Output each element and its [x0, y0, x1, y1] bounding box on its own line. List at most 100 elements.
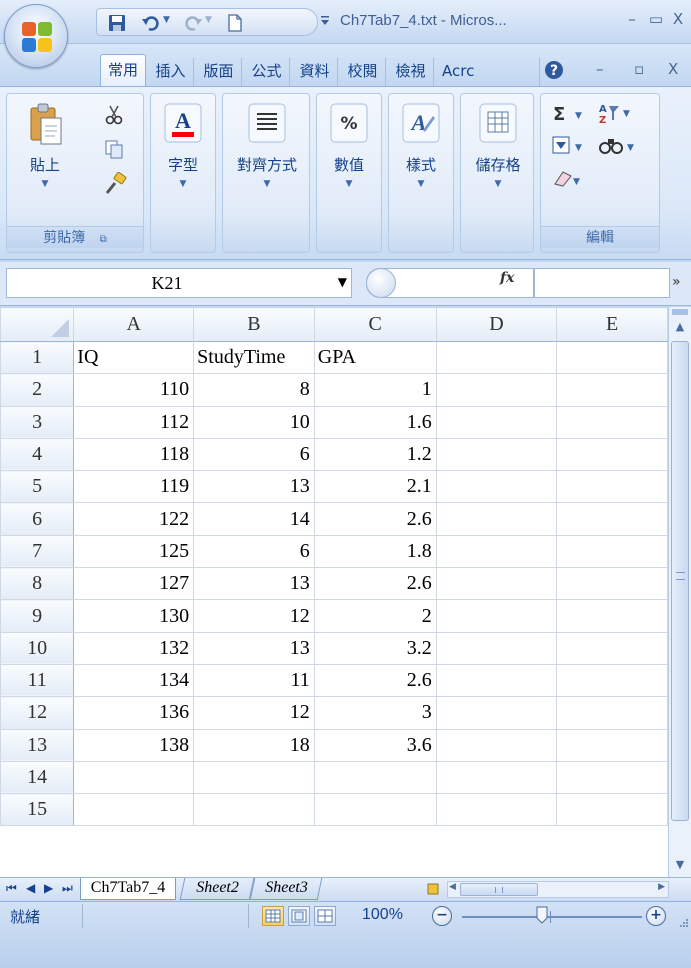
sheet-tab-sheet3[interactable]: Sheet3 [249, 878, 323, 900]
cell-d15[interactable] [435, 793, 558, 827]
cell-b12[interactable]: 12 [193, 696, 315, 730]
cell-a4[interactable]: 118 [73, 437, 195, 472]
cell-e3[interactable] [556, 405, 668, 439]
tab-home[interactable]: 常用 [100, 54, 146, 86]
zoom-in-button[interactable]: + [646, 906, 666, 926]
clear-icon[interactable]: ▼ [551, 166, 591, 190]
horizontal-scroll-thumb[interactable] [460, 883, 538, 896]
cell-c2[interactable]: 1 [313, 373, 437, 407]
row-header[interactable]: 8 [0, 567, 75, 601]
column-header-d[interactable]: D [435, 307, 558, 342]
tab-data[interactable]: 資料 [292, 58, 338, 86]
cell-b7[interactable]: 6 [193, 534, 315, 569]
tab-insert[interactable]: 插入 [148, 58, 194, 86]
cell-c7[interactable]: 1.8 [313, 534, 437, 569]
cells-button[interactable]: 儲存格 ▼ [465, 102, 531, 189]
formula-expand-handle-icon[interactable] [366, 268, 396, 298]
font-button[interactable]: A 字型 ▼ [155, 102, 211, 189]
row-header[interactable]: 10 [0, 631, 75, 665]
cell-b5[interactable]: 13 [193, 470, 315, 504]
vertical-scrollbar[interactable]: ▲ ▼ [668, 307, 691, 877]
column-header-c[interactable]: C [313, 307, 437, 342]
cell-c8[interactable]: 2.6 [313, 567, 437, 601]
cell-a14[interactable] [73, 760, 195, 795]
cell-a15[interactable] [73, 793, 195, 827]
cell-e15[interactable] [556, 793, 668, 827]
cell-d6[interactable] [435, 502, 558, 536]
cell-e5[interactable] [556, 470, 668, 504]
row-header[interactable]: 6 [0, 502, 75, 536]
name-box-dropdown-icon[interactable]: ▼ [338, 275, 347, 289]
cell-b8[interactable]: 13 [193, 567, 315, 601]
alignment-button[interactable]: 對齊方式 ▼ [227, 102, 307, 189]
last-sheet-icon[interactable]: ⏭ [62, 881, 73, 896]
cell-c13[interactable]: 3.6 [313, 728, 437, 762]
cell-b9[interactable]: 12 [193, 599, 315, 633]
customize-qat-icon[interactable] [318, 14, 332, 28]
row-header[interactable]: 3 [0, 405, 75, 439]
cell-c4[interactable]: 1.2 [313, 437, 437, 472]
cell-c3[interactable]: 1.6 [313, 405, 437, 439]
zoom-level[interactable]: 100% [362, 906, 403, 924]
cell-a3[interactable]: 112 [73, 405, 195, 439]
tab-formulas[interactable]: 公式 [244, 58, 290, 86]
cells-dropdown-icon[interactable]: ▼ [465, 179, 531, 189]
minimize-button[interactable]: – [620, 8, 644, 32]
page-break-view-button[interactable] [314, 906, 336, 926]
row-header[interactable]: 11 [0, 663, 75, 698]
paste-dropdown-icon[interactable]: ▼ [17, 179, 73, 189]
scroll-up-icon[interactable]: ▲ [672, 319, 688, 335]
cell-e6[interactable] [556, 502, 668, 536]
cell-e2[interactable] [556, 373, 668, 407]
horizontal-scrollbar[interactable]: ◀ ▶ [447, 881, 669, 898]
row-header[interactable]: 1 [0, 340, 75, 375]
office-button[interactable] [4, 4, 68, 68]
cell-e9[interactable] [556, 599, 668, 633]
styles-dropdown-icon[interactable]: ▼ [393, 179, 449, 189]
zoom-slider-thumb[interactable] [536, 906, 548, 924]
insert-sheet-icon[interactable] [426, 882, 442, 896]
cell-b6[interactable]: 14 [193, 502, 315, 536]
expand-formula-bar-icon[interactable]: » [672, 274, 681, 290]
cell-a7[interactable]: 125 [73, 534, 195, 569]
cell-c1[interactable]: GPA [313, 340, 437, 375]
number-button[interactable]: % 數值 ▼ [321, 102, 377, 189]
undo-dropdown-icon[interactable]: ▼ [163, 15, 170, 25]
cell-b1[interactable]: StudyTime [193, 340, 315, 375]
first-sheet-icon[interactable]: ⏮ [6, 881, 17, 896]
cell-b3[interactable]: 10 [193, 405, 315, 439]
cell-a6[interactable]: 122 [73, 502, 195, 536]
paste-button[interactable]: 貼上 ▼ [17, 102, 73, 189]
split-box[interactable] [672, 309, 688, 315]
row-header[interactable]: 5 [0, 470, 75, 504]
cell-c15[interactable] [313, 793, 437, 827]
cut-icon[interactable] [103, 104, 125, 126]
row-header[interactable]: 12 [0, 696, 75, 730]
formula-input[interactable] [534, 268, 670, 298]
cell-c11[interactable]: 2.6 [313, 663, 437, 698]
find-select-icon[interactable]: ▼ [597, 134, 647, 158]
cell-b10[interactable]: 13 [193, 631, 315, 665]
cell-d5[interactable] [435, 470, 558, 504]
page-layout-view-button[interactable] [288, 906, 310, 926]
cell-e4[interactable] [556, 437, 668, 472]
row-header[interactable]: 14 [0, 760, 75, 795]
cell-a1[interactable]: IQ [73, 340, 195, 375]
cell-a11[interactable]: 134 [73, 663, 195, 698]
cell-b11[interactable]: 11 [193, 663, 315, 698]
cell-a10[interactable]: 132 [73, 631, 195, 665]
cell-e14[interactable] [556, 760, 668, 795]
cell-c5[interactable]: 2.1 [313, 470, 437, 504]
cell-a8[interactable]: 127 [73, 567, 195, 601]
copy-icon[interactable] [103, 138, 125, 160]
cell-c9[interactable]: 2 [313, 599, 437, 633]
cell-d1[interactable] [435, 340, 558, 375]
close-button[interactable]: X [666, 8, 690, 32]
cell-e1[interactable] [556, 340, 668, 375]
cell-e13[interactable] [556, 728, 668, 762]
cell-d7[interactable] [435, 534, 558, 569]
cell-e8[interactable] [556, 567, 668, 601]
redo-dropdown-icon[interactable]: ▼ [205, 15, 212, 25]
ribbon-minimize-button[interactable]: – [596, 60, 604, 78]
insert-function-button[interactable]: fx [500, 270, 514, 286]
